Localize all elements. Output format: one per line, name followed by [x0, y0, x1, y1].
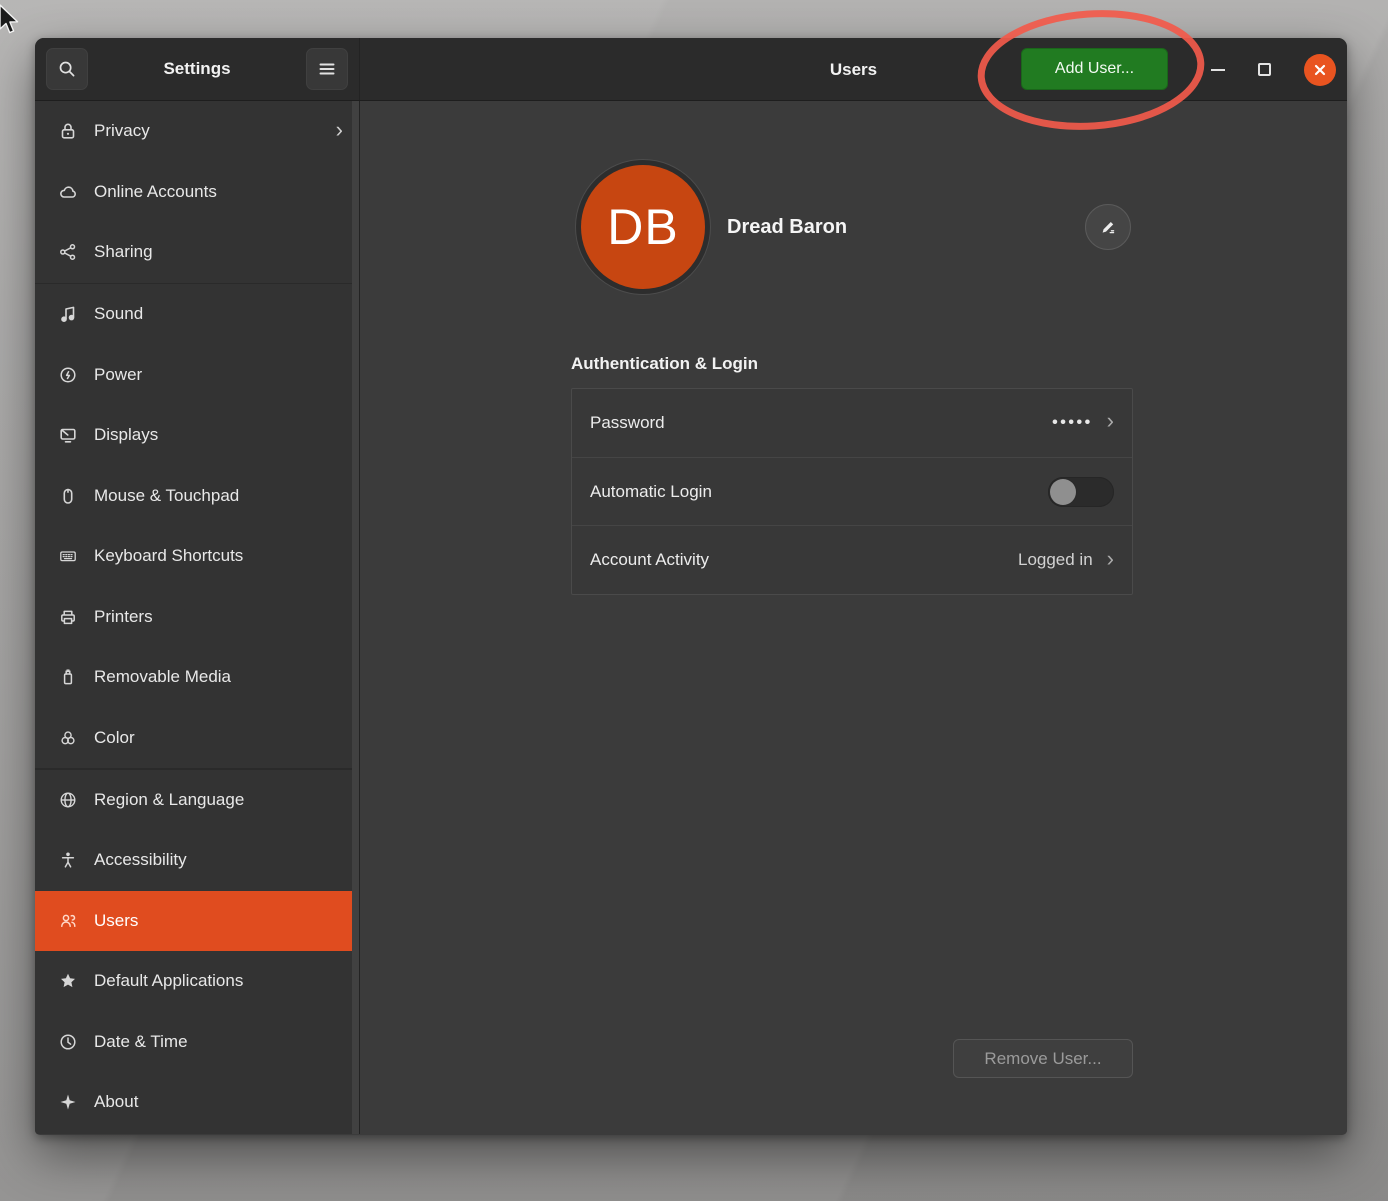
sidebar-item-privacy[interactable]: Privacy › [35, 101, 359, 162]
close-icon [1313, 63, 1327, 77]
globe-icon [58, 790, 78, 810]
automatic-login-label: Automatic Login [590, 482, 712, 502]
chevron-right-icon: › [1107, 548, 1114, 573]
sidebar-item-accessibility[interactable]: Accessibility [35, 830, 359, 891]
sidebar-item-label: Online Accounts [94, 182, 217, 202]
sidebar-item-label: Color [94, 728, 135, 748]
sidebar-item-displays[interactable]: Displays [35, 405, 359, 466]
color-circles-icon [58, 728, 78, 748]
sidebar-item-removable-media[interactable]: Removable Media [35, 647, 359, 708]
account-activity-label: Account Activity [590, 550, 709, 570]
sidebar-item-label: Default Applications [94, 971, 243, 991]
sidebar-item-label: Displays [94, 425, 158, 445]
avatar[interactable]: DB [581, 165, 705, 289]
star-icon [58, 971, 78, 991]
display-icon [58, 425, 78, 445]
share-icon [58, 242, 78, 262]
hamburger-menu-icon [317, 59, 337, 79]
remove-user-button[interactable]: Remove User... [953, 1039, 1133, 1078]
automatic-login-row: Automatic Login [572, 457, 1132, 526]
add-user-button[interactable]: Add User... [1021, 48, 1168, 90]
user-full-name: Dread Baron [727, 216, 847, 239]
search-button[interactable] [46, 48, 88, 90]
desktop-background: Settings Users Add User... [0, 0, 1388, 1201]
chevron-right-icon: › [336, 119, 343, 144]
sidebar-item-printers[interactable]: Printers [35, 587, 359, 648]
sidebar-item-label: Keyboard Shortcuts [94, 546, 243, 566]
sidebar-item-online-accounts[interactable]: Online Accounts [35, 162, 359, 223]
sidebar-item-keyboard-shortcuts[interactable]: Keyboard Shortcuts [35, 526, 359, 587]
password-dots: ••••• [1052, 414, 1093, 432]
sidebar-item-color[interactable]: Color [35, 708, 359, 769]
password-label: Password [590, 413, 665, 433]
sidebar-item-users[interactable]: Users [35, 891, 359, 952]
edit-name-button[interactable] [1085, 204, 1131, 250]
sidebar-scrollbar[interactable] [352, 101, 359, 1134]
printer-icon [58, 607, 78, 627]
sidebar-item-sharing[interactable]: Sharing [35, 222, 359, 283]
cloud-icon [58, 182, 78, 202]
sidebar-item-label: Accessibility [94, 850, 187, 870]
close-button[interactable] [1304, 54, 1336, 86]
sidebar-item-label: Sound [94, 304, 143, 324]
account-activity-row[interactable]: Account Activity Logged in › [572, 525, 1132, 594]
primary-menu-button[interactable] [306, 48, 348, 90]
minimize-button[interactable] [1211, 69, 1225, 71]
search-icon [57, 59, 77, 79]
sidebar-header: Settings [35, 38, 360, 100]
power-icon [58, 365, 78, 385]
sidebar-item-mouse-touchpad[interactable]: Mouse & Touchpad [35, 466, 359, 527]
accessibility-icon [58, 850, 78, 870]
account-activity-value: Logged in [1018, 550, 1093, 570]
section-title: Authentication & Login [571, 354, 758, 374]
sidebar-item-about[interactable]: About [35, 1072, 359, 1133]
password-row[interactable]: Password ••••• › [572, 389, 1132, 457]
music-note-icon [58, 304, 78, 324]
users-panel: DB Dread Baron Authentication & Login Pa… [360, 101, 1347, 1134]
mouse-cursor [0, 3, 25, 41]
sidebar: Privacy › Online Accounts [35, 101, 360, 1134]
auth-login-card: Password ••••• › Automatic Login [571, 388, 1133, 595]
pencil-icon [1098, 217, 1118, 237]
window-controls [1211, 38, 1336, 101]
sparkle-icon [58, 1092, 78, 1112]
sidebar-item-region-language[interactable]: Region & Language [35, 770, 359, 831]
main-header: Users Add User... [360, 38, 1347, 100]
sidebar-item-default-applications[interactable]: Default Applications [35, 951, 359, 1012]
sidebar-item-label: About [94, 1092, 138, 1112]
sidebar-item-label: Removable Media [94, 667, 231, 687]
chevron-right-icon: › [1107, 410, 1114, 435]
sidebar-item-label: Region & Language [94, 790, 244, 810]
automatic-login-toggle[interactable] [1048, 477, 1114, 507]
mouse-icon [58, 486, 78, 506]
headerbar: Settings Users Add User... [35, 38, 1347, 101]
sidebar-item-date-time[interactable]: Date & Time [35, 1012, 359, 1073]
toggle-knob [1050, 479, 1076, 505]
sidebar-item-label: Users [94, 911, 138, 931]
sidebar-item-label: Sharing [94, 242, 153, 262]
sidebar-item-power[interactable]: Power [35, 345, 359, 406]
users-icon [58, 911, 78, 931]
sidebar-item-label: Privacy [94, 121, 150, 141]
sidebar-item-label: Printers [94, 607, 153, 627]
usb-drive-icon [58, 667, 78, 687]
keyboard-icon [58, 546, 78, 566]
page-title: Users [360, 38, 1347, 101]
lock-icon [58, 121, 78, 141]
sidebar-item-label: Mouse & Touchpad [94, 486, 239, 506]
clock-icon [58, 1032, 78, 1052]
maximize-button[interactable] [1258, 63, 1271, 76]
sidebar-item-label: Date & Time [94, 1032, 188, 1052]
sidebar-item-sound[interactable]: Sound [35, 284, 359, 345]
settings-window: Settings Users Add User... [35, 38, 1347, 1135]
sidebar-item-label: Power [94, 365, 142, 385]
